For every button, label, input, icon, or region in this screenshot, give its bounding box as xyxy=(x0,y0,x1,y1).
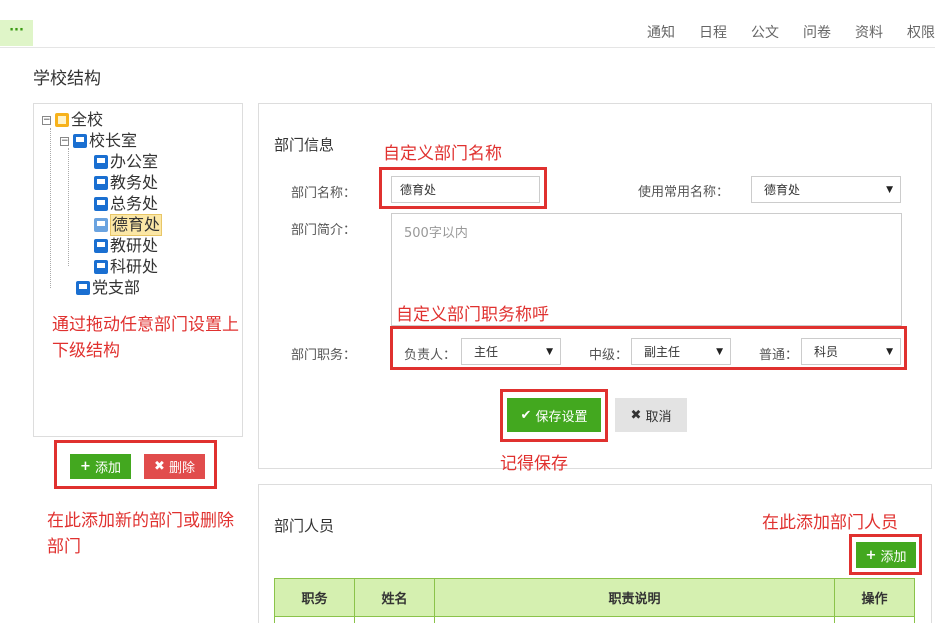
add-staff-annotation: 在此添加部门人员 xyxy=(762,513,898,533)
tree-node-label: 教务处 xyxy=(110,173,159,192)
tree-node-root[interactable]: − 全校 xyxy=(42,110,103,130)
department-icon xyxy=(94,176,108,190)
nav-documents[interactable]: 公文 xyxy=(751,22,779,42)
department-icon xyxy=(73,134,87,148)
top-bar: ··· 通知 日程 公文 问卷 资料 权限 xyxy=(0,0,935,48)
normal-label: 普通： xyxy=(759,348,799,363)
tree-drag-hint: 通过拖动任意部门设置上下级结构 xyxy=(52,315,239,361)
check-icon: ✔ xyxy=(520,407,532,423)
head-label: 负责人： xyxy=(404,348,457,363)
add-delete-hint: 在此添加新的部门或删除部门 xyxy=(47,511,234,557)
column-header-position: 职务 xyxy=(274,578,355,617)
nav-resources[interactable]: 资料 xyxy=(855,22,883,42)
chevron-down-icon: ▼ xyxy=(546,346,553,357)
add-department-button[interactable]: + 添加 xyxy=(70,454,131,479)
tree-node-party-branch[interactable]: 党支部 xyxy=(76,278,140,298)
page-title: 学校结构 xyxy=(33,69,101,89)
department-icon xyxy=(94,155,108,169)
table-cell xyxy=(274,616,355,623)
tree-node-label: 总务处 xyxy=(110,194,159,213)
add-staff-button[interactable]: + 添加 xyxy=(856,542,916,568)
chevron-down-icon: ▼ xyxy=(886,346,893,357)
table-cell xyxy=(354,616,435,623)
tree-node-label: 校长室 xyxy=(89,131,138,150)
table-cell xyxy=(434,616,835,623)
tree-node-label: 全校 xyxy=(71,110,104,129)
department-name-input[interactable]: 德育处 xyxy=(391,176,540,203)
close-icon: ✖ xyxy=(630,407,642,423)
nav-notice[interactable]: 通知 xyxy=(647,22,675,42)
plus-icon: + xyxy=(865,547,877,563)
save-settings-button[interactable]: ✔ 保存设置 xyxy=(507,398,601,432)
intro-placeholder: 500字以内 xyxy=(404,226,468,241)
department-icon xyxy=(94,197,108,211)
school-icon xyxy=(55,113,69,127)
close-icon: ✖ xyxy=(154,459,165,474)
tree-node-principal-office[interactable]: − 校长室 xyxy=(60,131,137,151)
department-icon xyxy=(94,218,108,232)
tree-node-office[interactable]: 办公室 xyxy=(94,152,158,172)
department-staff-title: 部门人员 xyxy=(274,517,335,535)
common-name-value: 德育处 xyxy=(764,183,801,197)
normal-title-select[interactable]: 科员 ▼ xyxy=(801,338,901,365)
table-row xyxy=(274,616,915,623)
nav-permissions[interactable]: 权限 xyxy=(907,22,935,42)
add-staff-label: 添加 xyxy=(880,549,907,565)
menu-toggle-button[interactable]: ··· xyxy=(0,20,33,46)
department-icon xyxy=(76,281,90,295)
collapse-toggle-icon[interactable]: − xyxy=(60,136,69,146)
column-header-name: 姓名 xyxy=(354,578,435,617)
tree-node-label: 德育处 xyxy=(110,214,163,236)
department-intro-label: 部门简介： xyxy=(291,223,357,238)
cancel-button[interactable]: ✖ 取消 xyxy=(615,398,687,432)
cancel-label: 取消 xyxy=(645,409,672,425)
staff-table: 职务 姓名 职责说明 操作 xyxy=(274,578,915,623)
column-header-duty: 职责说明 xyxy=(434,578,835,617)
column-header-actions: 操作 xyxy=(834,578,915,617)
chevron-down-icon: ▼ xyxy=(716,346,723,357)
head-title-select[interactable]: 主任 ▼ xyxy=(461,338,561,365)
tree-node-label: 办公室 xyxy=(110,152,159,171)
common-name-select[interactable]: 德育处 ▼ xyxy=(751,176,901,203)
org-tree-panel: − 全校 − 校长室 办公室 教务处 总务处 德育处 教研处 科研处 党支部 xyxy=(33,103,243,437)
chevron-down-icon: ▼ xyxy=(886,184,893,195)
mid-title-select[interactable]: 副主任 ▼ xyxy=(631,338,731,365)
nav-schedule[interactable]: 日程 xyxy=(699,22,727,42)
tree-guide-line xyxy=(50,128,51,288)
name-annotation: 自定义部门名称 xyxy=(383,144,502,164)
tree-node-general-affairs[interactable]: 总务处 xyxy=(94,194,158,214)
tree-node-academic-affairs[interactable]: 教务处 xyxy=(94,173,158,193)
add-department-label: 添加 xyxy=(94,461,121,476)
mid-title-value: 副主任 xyxy=(644,345,681,359)
tree-node-scientific-research[interactable]: 科研处 xyxy=(94,257,158,277)
tree-node-label: 党支部 xyxy=(92,278,141,297)
head-title-value: 主任 xyxy=(474,345,499,359)
plus-icon: + xyxy=(80,459,91,474)
mid-label: 中级： xyxy=(589,348,629,363)
tree-guide-line xyxy=(68,148,69,266)
tree-node-moral-education[interactable]: 德育处 xyxy=(94,214,163,236)
delete-department-label: 删除 xyxy=(168,461,195,476)
top-nav: 通知 日程 公文 问卷 资料 权限 xyxy=(623,22,935,42)
tree-node-label: 教研处 xyxy=(110,236,159,255)
save-settings-label: 保存设置 xyxy=(535,409,588,425)
save-annotation: 记得保存 xyxy=(500,454,568,474)
department-name-label: 部门名称： xyxy=(291,186,357,201)
table-header-row: 职务 姓名 职责说明 操作 xyxy=(274,578,915,617)
delete-department-button[interactable]: ✖ 删除 xyxy=(144,454,205,479)
nav-survey[interactable]: 问卷 xyxy=(803,22,831,42)
department-icon xyxy=(94,239,108,253)
table-cell xyxy=(834,616,915,623)
common-name-label: 使用常用名称： xyxy=(638,185,730,200)
duty-annotation: 自定义部门职务称呼 xyxy=(396,305,549,325)
collapse-toggle-icon[interactable]: − xyxy=(42,115,51,125)
tree-node-teaching-research[interactable]: 教研处 xyxy=(94,236,158,256)
tree-node-label: 科研处 xyxy=(110,257,159,276)
department-info-title: 部门信息 xyxy=(274,136,335,154)
department-duty-label: 部门职务： xyxy=(291,348,357,363)
normal-title-value: 科员 xyxy=(814,345,839,359)
department-icon xyxy=(94,260,108,274)
